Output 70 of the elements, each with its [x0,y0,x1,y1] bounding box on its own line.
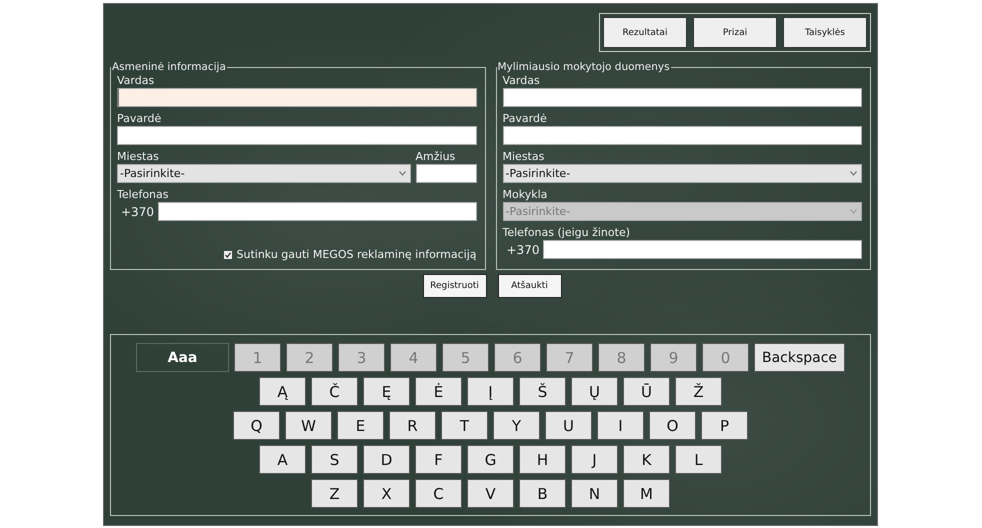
dropdown[interactable]: -Pasirinkite- [117,164,410,183]
panel-title: Mylimiausio mokytojo duomenys [496,61,671,73]
checkbox-label: Sutinku gauti MEGOS reklaminę informaciją [236,248,476,261]
key[interactable]: Ė [415,377,462,406]
field-label: Telefonas (jeigu žinote) [502,225,632,240]
nav-button[interactable]: Rezultatai [603,17,687,48]
key[interactable]: Ų [571,377,618,406]
key[interactable]: Ę [363,377,410,406]
key[interactable]: R [389,411,436,440]
key[interactable]: Ž [675,377,722,406]
nav-button[interactable]: Taisyklės [783,17,867,48]
chevron-icon [850,171,857,176]
key[interactable]: W [285,411,332,440]
field-label: Pavardė [502,111,548,126]
key[interactable]: T [441,411,488,440]
key[interactable]: U [545,411,592,440]
text-field[interactable] [543,240,862,259]
key[interactable]: M [623,479,670,508]
key[interactable]: E [337,411,384,440]
key[interactable]: Č [311,377,358,406]
chevron-icon [850,209,857,214]
key[interactable]: P [701,411,748,440]
field-label: Telefonas [117,187,170,202]
key[interactable]: G [467,445,514,474]
backspace-key[interactable]: Backspace [754,343,845,372]
key[interactable]: Y [493,411,540,440]
text-field[interactable] [502,126,862,145]
nav-button[interactable]: Prizai [693,17,777,48]
key[interactable]: S [311,445,358,474]
key[interactable]: N [571,479,618,508]
phone-prefix: +370 [506,242,540,256]
panel-title: Asmeninė informacija [111,61,227,73]
field-label: Miestas [502,149,546,164]
key[interactable]: Ū [623,377,670,406]
key[interactable]: Ą [259,377,306,406]
key[interactable]: Q [233,411,280,440]
checkbox[interactable] [224,250,232,258]
key[interactable]: I [597,411,644,440]
phone-prefix: +370 [120,204,154,218]
field-label: Pavardė [117,111,162,126]
case-toggle-key[interactable]: Aaa [136,343,229,372]
action-button[interactable]: Atšaukti [498,274,562,298]
key[interactable]: X [363,479,410,508]
key[interactable]: O [649,411,696,440]
key[interactable]: A [259,445,306,474]
key[interactable]: D [363,445,410,474]
key[interactable]: J [571,445,618,474]
key[interactable]: L [675,445,722,474]
field-label: Mokykla [502,187,548,202]
key[interactable]: Z [311,479,358,508]
field-label: Amžius [416,149,456,164]
text-field[interactable] [416,164,476,183]
text-field[interactable] [158,202,476,221]
key[interactable]: F [415,445,462,474]
text-field[interactable] [117,88,476,107]
key[interactable]: H [519,445,566,474]
key[interactable]: C [415,479,462,508]
text-field[interactable] [502,88,862,107]
key[interactable]: B [519,479,566,508]
text-field[interactable] [117,126,476,145]
key[interactable]: K [623,445,670,474]
action-button[interactable]: Registruoti [422,274,486,298]
field-label: Vardas [117,73,156,88]
field-label: Vardas [502,73,541,88]
field-label: Miestas [117,149,160,164]
chevron-icon [398,171,406,176]
dropdown[interactable]: -Pasirinkite- [502,164,862,183]
key[interactable]: V [467,479,514,508]
key[interactable]: Š [519,377,566,406]
key[interactable]: Į [467,377,514,406]
